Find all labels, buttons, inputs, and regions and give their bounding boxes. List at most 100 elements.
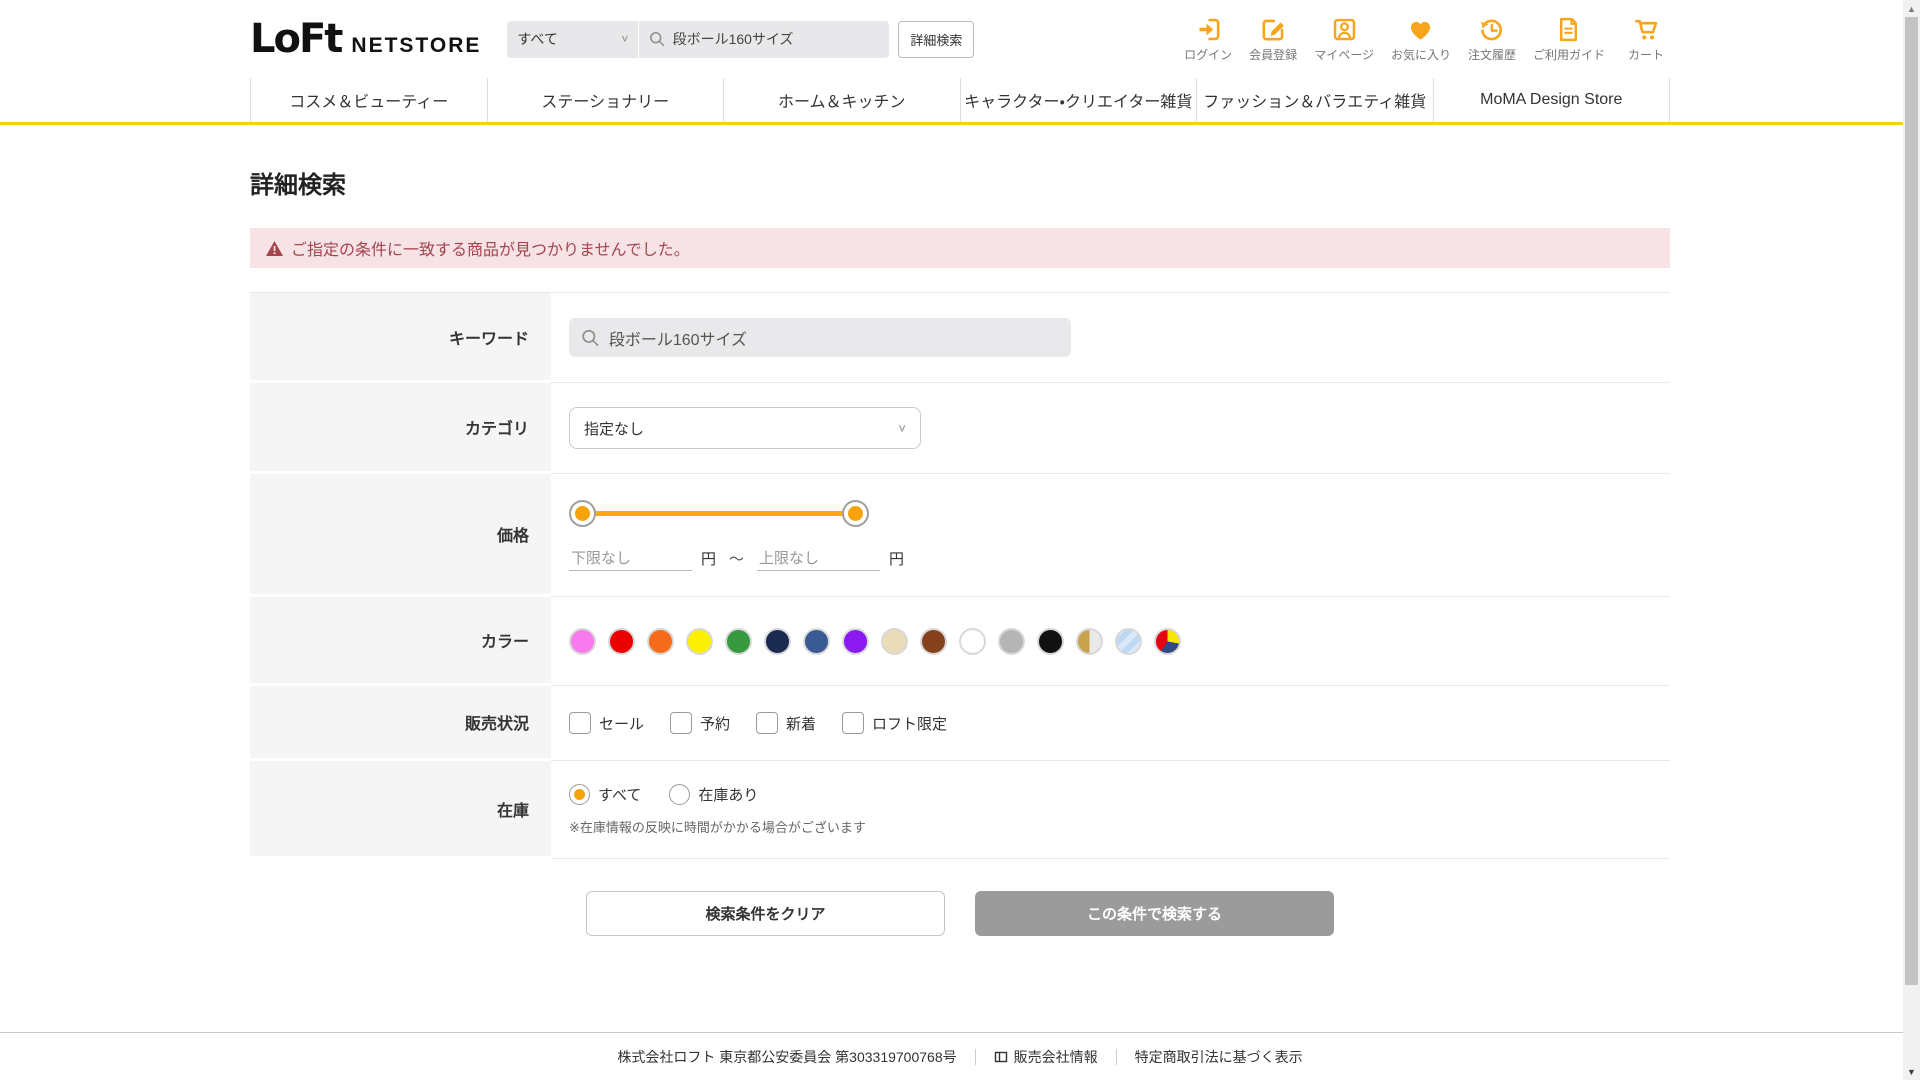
color-swatch-gold-silver[interactable] xyxy=(1076,628,1103,655)
search-icon xyxy=(649,30,665,48)
checkbox-box[interactable] xyxy=(842,712,864,734)
header-search-input[interactable] xyxy=(673,31,880,47)
site-footer: 株式会社ロフト 東京都公安委員会 第303319700768号 販売会社情報 特… xyxy=(0,1032,1920,1080)
footer-company-text: 株式会社ロフト 東京都公安委員会 第303319700768号 xyxy=(617,1047,956,1067)
color-swatch-white[interactable] xyxy=(959,628,986,655)
login-link[interactable]: ログイン xyxy=(1184,16,1232,63)
favorites-link[interactable]: お気に入り xyxy=(1391,16,1451,63)
nav-item-stationery[interactable]: ステーショナリー xyxy=(487,78,724,122)
cart-link[interactable]: カート xyxy=(1622,16,1670,63)
color-swatch-beige[interactable] xyxy=(881,628,908,655)
nav-item-cosmetics[interactable]: コスメ＆ビューティー xyxy=(250,78,487,122)
checkbox-box[interactable] xyxy=(670,712,692,734)
checkbox-preorder[interactable]: 予約 xyxy=(670,712,730,734)
price-row: 価格 円 ～ 円 xyxy=(250,474,1670,597)
keyword-input[interactable] xyxy=(609,329,1059,347)
error-message-text: ご指定の条件に一致する商品が見つかりませんでした。 xyxy=(291,236,690,260)
header-quick-links: ログイン 会員登録 マイページ xyxy=(1184,16,1670,63)
category-select[interactable]: 指定なし ˅ xyxy=(569,407,921,449)
footer-divider xyxy=(975,1049,976,1065)
scrollbar-down-arrow[interactable]: ▼ xyxy=(1903,1063,1920,1080)
mypage-link[interactable]: マイページ xyxy=(1314,16,1374,63)
scrollbar-up-arrow[interactable]: ▲ xyxy=(1903,0,1920,17)
color-swatch-red[interactable] xyxy=(608,628,635,655)
search-category-select[interactable]: すべて ˅ xyxy=(507,21,639,58)
color-swatch-yellow[interactable] xyxy=(686,628,713,655)
color-swatch-gray[interactable] xyxy=(998,628,1025,655)
radio-stock-all[interactable]: すべて xyxy=(569,784,641,805)
favorites-label: お気に入り xyxy=(1391,46,1451,63)
loft-logo[interactable]: LoFt NETSTORE xyxy=(250,16,481,62)
color-swatch-brown[interactable] xyxy=(920,628,947,655)
footer-link-commercial-law-label: 特定商取引法に基づく表示 xyxy=(1135,1047,1303,1067)
color-swatch-clear[interactable] xyxy=(1115,628,1142,655)
radio-button[interactable] xyxy=(669,784,690,805)
checkbox-box[interactable] xyxy=(756,712,778,734)
checkbox-loft-exclusive-label: ロフト限定 xyxy=(872,713,947,734)
checkbox-preorder-label: 予約 xyxy=(700,713,730,734)
color-row: カラー xyxy=(250,597,1670,686)
category-label: カテゴリ xyxy=(250,383,551,474)
nav-item-moma[interactable]: MoMA Design Store xyxy=(1433,78,1671,122)
price-min-input[interactable] xyxy=(569,547,692,571)
main-content: 詳細検索 ご指定の条件に一致する商品が見つかりませんでした。 キーワード xyxy=(0,125,1920,1032)
checkbox-new[interactable]: 新着 xyxy=(756,712,816,734)
guide-label: ご利用ガイド xyxy=(1533,46,1605,63)
price-range-separator: ～ xyxy=(729,548,744,569)
checkbox-box[interactable] xyxy=(569,712,591,734)
main-navigation: コスメ＆ビューティー ステーショナリー ホーム＆キッチン キャラクター・クリエイ… xyxy=(0,78,1920,125)
vertical-scrollbar[interactable]: ▲ ▼ xyxy=(1903,0,1920,1080)
color-swatch-orange[interactable] xyxy=(647,628,674,655)
color-swatch-purple[interactable] xyxy=(842,628,869,655)
nav-item-fashion-variety[interactable]: ファッション＆バラエティ雑貨 xyxy=(1196,78,1433,122)
radio-stock-in-stock[interactable]: 在庫あり xyxy=(669,784,758,805)
keyword-field[interactable] xyxy=(569,318,1071,357)
logo-netstore-text: NETSTORE xyxy=(351,34,481,58)
order-history-icon xyxy=(1478,16,1505,43)
price-slider-min-handle[interactable] xyxy=(569,500,596,527)
login-label: ログイン xyxy=(1184,46,1232,63)
nav-item-character-goods[interactable]: キャラクター・クリエイター雑貨 xyxy=(960,78,1197,122)
footer-link-seller-info[interactable]: 販売会社情報 xyxy=(994,1047,1098,1067)
price-max-input[interactable] xyxy=(757,547,880,571)
detail-search-button[interactable]: 詳細検索 xyxy=(898,21,974,58)
scrollbar-thumb[interactable] xyxy=(1905,17,1918,985)
checkbox-loft-exclusive[interactable]: ロフト限定 xyxy=(842,712,947,734)
guide-link[interactable]: ご利用ガイド xyxy=(1533,16,1605,63)
price-slider-max-handle[interactable] xyxy=(842,500,869,527)
order-history-link[interactable]: 注文履歴 xyxy=(1468,16,1516,63)
logo-loft-text: LoFt xyxy=(250,16,341,62)
mypage-icon xyxy=(1331,16,1358,43)
price-range-slider xyxy=(569,500,869,527)
clear-conditions-button[interactable]: 検索条件をクリア xyxy=(586,891,945,936)
search-icon xyxy=(581,328,600,348)
radio-stock-in-stock-label: 在庫あり xyxy=(698,784,758,805)
radio-button-selected[interactable] xyxy=(569,784,590,805)
footer-link-seller-info-label: 販売会社情報 xyxy=(1014,1047,1098,1067)
sales-status-row: 販売状況 セール 予約 新着 xyxy=(250,686,1670,761)
nav-item-home-kitchen[interactable]: ホーム＆キッチン xyxy=(723,78,960,122)
color-swatch-pink[interactable] xyxy=(569,628,596,655)
category-row: カテゴリ 指定なし ˅ xyxy=(250,383,1670,474)
member-register-link[interactable]: 会員登録 xyxy=(1249,16,1297,63)
color-label: カラー xyxy=(250,597,551,686)
search-with-conditions-button[interactable]: この条件で検索する xyxy=(975,891,1334,936)
color-swatch-blue[interactable] xyxy=(803,628,830,655)
color-swatch-black[interactable] xyxy=(1037,628,1064,655)
footer-link-commercial-law[interactable]: 特定商取引法に基づく表示 xyxy=(1135,1047,1303,1067)
header-search-field[interactable] xyxy=(639,21,889,58)
stock-label: 在庫 xyxy=(250,761,551,859)
price-max-unit: 円 xyxy=(889,548,904,569)
color-swatches xyxy=(569,628,1181,655)
color-swatch-green[interactable] xyxy=(725,628,752,655)
search-category-value: すべて xyxy=(517,29,557,49)
member-register-icon xyxy=(1260,16,1287,43)
checkbox-sale[interactable]: セール xyxy=(569,712,644,734)
cart-icon xyxy=(1633,16,1660,43)
color-swatch-multicolor[interactable] xyxy=(1154,628,1181,655)
cart-label: カート xyxy=(1628,46,1664,63)
color-swatch-navy[interactable] xyxy=(764,628,791,655)
stock-row: 在庫 すべて 在庫あり ※在庫情 xyxy=(250,761,1670,859)
no-results-error-banner: ご指定の条件に一致する商品が見つかりませんでした。 xyxy=(250,228,1670,268)
price-min-unit: 円 xyxy=(701,548,716,569)
